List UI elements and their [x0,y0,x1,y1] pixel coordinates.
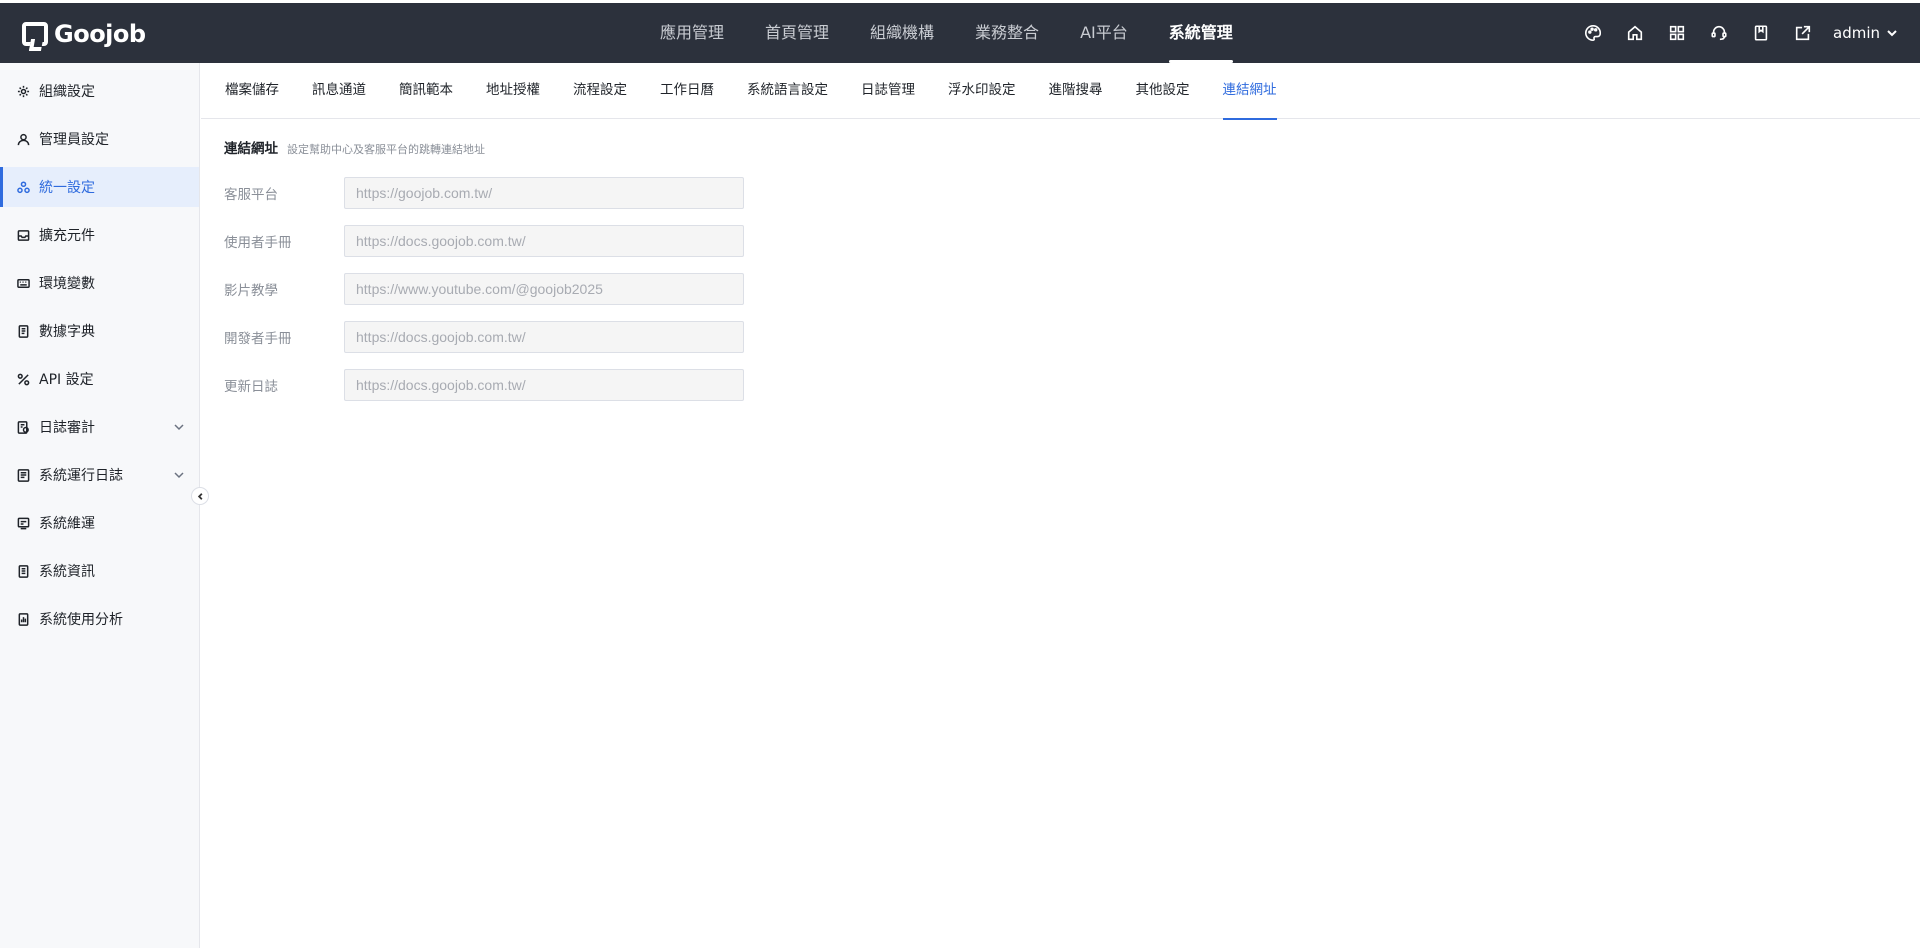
cluster-icon [16,180,30,194]
field-label: 使用者手冊 [224,235,292,251]
sidebar-item-organization-settings[interactable]: 組織設定 [0,71,199,111]
export-icon[interactable] [1793,23,1813,43]
chevron-left-icon [197,492,202,500]
analysis-icon [16,612,30,626]
sidebar-item-label: API 設定 [39,372,94,388]
tab-sms-template[interactable]: 簡訊範本 [399,63,453,119]
main-nav: 應用管理 首頁管理 組織機構 業務整合 AI平台 系統管理 [660,3,1274,63]
field-label: 更新日誌 [224,379,278,395]
sidebar-collapse-button[interactable] [191,487,209,505]
tab-work-calendar[interactable]: 工作日曆 [660,63,714,119]
sidebar-item-label: 統一設定 [39,180,95,196]
nav-ai-platform[interactable]: AI平台 [1080,3,1128,63]
audit-icon [16,420,30,434]
developer-manual-url-input[interactable]: https://docs.goojob.com.tw/ [344,321,744,353]
field-label: 開發者手冊 [224,331,292,347]
sidebar-item-label: 管理員設定 [39,132,109,148]
tab-advanced-search[interactable]: 進階搜尋 [1049,63,1103,119]
document-icon [16,324,30,338]
brand-name: Goojob [54,20,146,48]
palette-icon[interactable] [1583,23,1603,43]
chevron-down-icon[interactable] [173,469,185,481]
sidebar-item-system-maintenance[interactable]: 系統維運 [0,503,199,543]
sidebar-item-label: 擴充元件 [39,228,95,244]
sidebar-item-label: 環境變數 [39,276,95,292]
tab-message-channel[interactable]: 訊息通道 [312,63,366,119]
tab-workflow-settings[interactable]: 流程設定 [573,63,627,119]
sidebar-item-extensions[interactable]: 擴充元件 [0,215,199,255]
sidebar-item-label: 系統運行日誌 [39,468,123,484]
sidebar-item-unified-settings[interactable]: 統一設定 [0,167,199,207]
field-developer-manual: 開發者手冊 https://docs.goojob.com.tw/ [224,321,744,353]
inbox-icon [16,228,30,242]
tab-address-authorization[interactable]: 地址授權 [486,63,540,119]
field-user-manual: 使用者手冊 https://docs.goojob.com.tw/ [224,225,744,257]
chevron-down-icon[interactable] [173,421,185,433]
field-label: 客服平台 [224,187,278,203]
tab-watermark-settings[interactable]: 浮水印設定 [948,63,1016,119]
sidebar-item-label: 日誌審計 [39,420,95,436]
customer-service-url-input[interactable]: https://goojob.com.tw/ [344,177,744,209]
sidebar-item-label: 數據字典 [39,324,95,340]
nav-organization[interactable]: 組織機構 [870,3,934,63]
nav-app-management[interactable]: 應用管理 [660,3,724,63]
nav-home-management[interactable]: 首頁管理 [765,3,829,63]
logo-icon [22,22,48,46]
api-icon [16,372,30,386]
sidebar-item-system-info[interactable]: 系統資訊 [0,551,199,591]
changelog-url-input[interactable]: https://docs.goojob.com.tw/ [344,369,744,401]
sidebar-item-env-variables[interactable]: 環境變數 [0,263,199,303]
field-label: 影片教學 [224,283,278,299]
sidebar-item-api-settings[interactable]: API 設定 [0,359,199,399]
tab-link-urls[interactable]: 連結網址 [1222,63,1277,120]
sidebar-item-usage-analysis[interactable]: 系統使用分析 [0,599,199,639]
video-tutorial-url-input[interactable]: https://www.youtube.com/@goojob2025 [344,273,744,305]
username: admin [1833,24,1880,42]
header-actions: admin [1561,3,1898,63]
sidebar-item-label: 組織設定 [39,84,95,100]
section-title: 連結網址 [224,141,278,157]
support-icon[interactable] [1709,23,1729,43]
sidebar-item-admin-settings[interactable]: 管理員設定 [0,119,199,159]
sidebar-item-label: 系統使用分析 [39,612,123,628]
sidebar-item-system-run-log[interactable]: 系統運行日誌 [0,455,199,495]
sidebar-item-data-dictionary[interactable]: 數據字典 [0,311,199,351]
home-icon[interactable] [1625,23,1645,43]
section-description: 設定幫助中心及客服平台的跳轉連結地址 [287,143,485,156]
user-manual-url-input[interactable]: https://docs.goojob.com.tw/ [344,225,744,257]
user-menu[interactable]: admin [1833,24,1898,42]
sidebar-item-label: 系統資訊 [39,564,95,580]
tab-other-settings[interactable]: 其他設定 [1136,63,1190,119]
grid-icon[interactable] [1667,23,1687,43]
logo[interactable]: Goojob [22,19,146,49]
log-icon [16,468,30,482]
tab-file-storage[interactable]: 檔案儲存 [225,63,279,119]
field-changelog: 更新日誌 https://docs.goojob.com.tw/ [224,369,744,401]
tab-log-management[interactable]: 日誌管理 [861,63,915,119]
nav-business-integration[interactable]: 業務整合 [975,3,1039,63]
settings-tabs: 檔案儲存 訊息通道 簡訊範本 地址授權 流程設定 工作日曆 系統語言設定 日誌管… [201,63,1920,120]
nav-system-management[interactable]: 系統管理 [1168,3,1233,63]
gear-icon [16,84,30,98]
field-video-tutorial: 影片教學 https://www.youtube.com/@goojob2025 [224,273,744,305]
info-doc-icon [16,564,30,578]
sidebar: 組織設定 管理員設定 統一設定 擴充元件 環境變數 數據字典 API 設定 日誌… [0,63,200,948]
sidebar-item-label: 系統維運 [39,516,95,532]
keyboard-icon [16,276,30,290]
top-bar: Goojob 應用管理 首頁管理 組織機構 業務整合 AI平台 系統管理 adm… [0,0,1920,63]
maintenance-icon [16,516,30,530]
book-icon[interactable] [1751,23,1771,43]
section-header: 連結網址 設定幫助中心及客服平台的跳轉連結地址 [224,137,485,157]
tab-language-settings[interactable]: 系統語言設定 [747,63,828,119]
user-icon [16,132,30,146]
field-customer-service: 客服平台 https://goojob.com.tw/ [224,177,744,209]
sidebar-item-log-audit[interactable]: 日誌審計 [0,407,199,447]
chevron-down-icon [1887,30,1897,37]
